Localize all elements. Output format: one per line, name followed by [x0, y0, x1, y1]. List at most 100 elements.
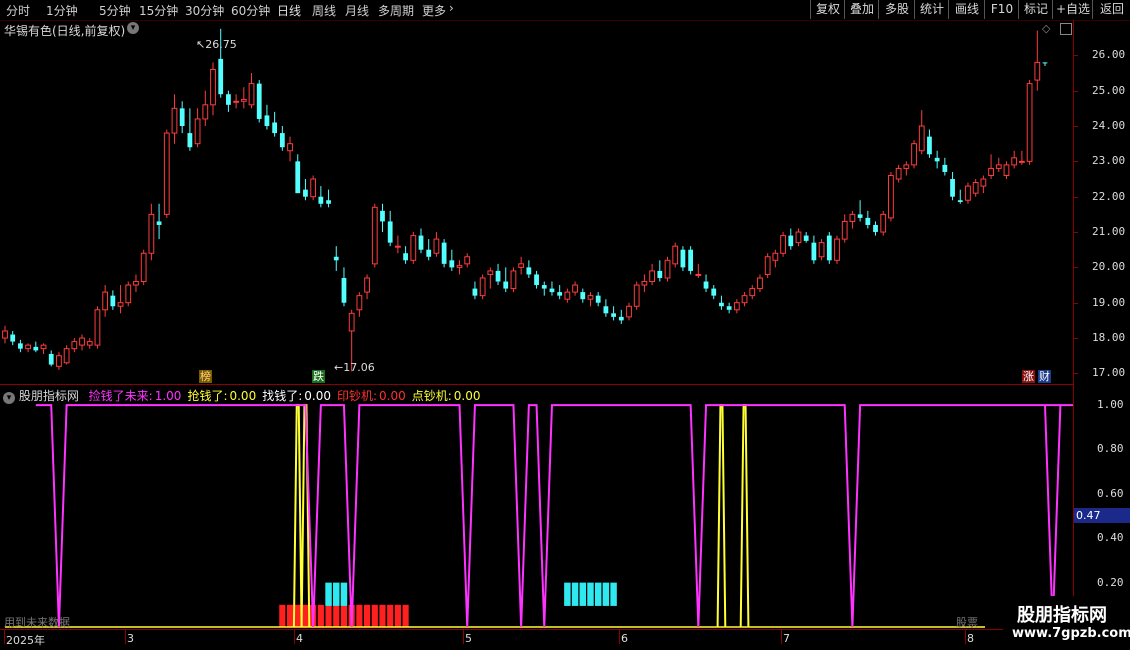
tab-more[interactable]: 更多	[422, 2, 446, 19]
candle	[888, 171, 894, 222]
candle	[226, 90, 231, 112]
price-tick-label: 25.00	[1092, 83, 1126, 97]
candle	[148, 203, 155, 261]
candle-body	[110, 295, 116, 307]
zhang-badge[interactable]: 涨	[1022, 370, 1035, 383]
candle	[71, 338, 78, 353]
tab-30min[interactable]: 30分钟	[185, 2, 224, 19]
candle	[780, 232, 786, 257]
tab-60min[interactable]: 60分钟	[231, 2, 270, 19]
fuquan-button[interactable]: 复权	[810, 0, 845, 19]
indicator-magenta-line	[35, 404, 1073, 628]
candle	[94, 306, 101, 349]
candle-body	[695, 273, 702, 276]
candle	[194, 108, 201, 148]
low-price-annotation: ←17.06	[334, 361, 375, 374]
candle-body	[873, 224, 878, 233]
candle	[510, 267, 517, 293]
candle	[1003, 161, 1010, 180]
candle	[557, 285, 563, 300]
candle	[703, 274, 709, 293]
candle-body	[641, 281, 648, 286]
candle	[680, 246, 686, 271]
candle	[580, 288, 586, 303]
candle-body	[510, 270, 517, 290]
candle-body	[803, 235, 809, 241]
price-tick	[1073, 338, 1078, 340]
back-button[interactable]: 返回	[1092, 0, 1130, 19]
candle-body	[418, 235, 424, 250]
candle-body	[248, 83, 255, 106]
indicator-cyan-bar	[579, 582, 587, 606]
candle-body	[811, 242, 817, 261]
indicator-tick-label: 0.20	[1097, 575, 1124, 589]
tab-15min[interactable]: 15分钟	[139, 2, 178, 19]
candle	[503, 267, 509, 293]
candle-body	[133, 281, 139, 286]
candle-body	[348, 312, 355, 332]
candle	[295, 154, 301, 194]
f10-button[interactable]: F10	[984, 0, 1019, 19]
tab-daily[interactable]: 日线	[277, 2, 301, 19]
candle	[102, 285, 109, 317]
panel-divider	[0, 384, 1073, 385]
tab-1min[interactable]: 1分钟	[46, 2, 78, 19]
current-value-tag: 0.47	[1074, 508, 1130, 523]
candle	[210, 62, 216, 116]
candle	[110, 290, 116, 310]
mark-button[interactable]: 标记	[1018, 0, 1053, 19]
tab-fenshi[interactable]: 分时	[6, 2, 30, 19]
price-tick	[1073, 55, 1078, 57]
candle-body	[749, 288, 756, 297]
candle	[618, 309, 624, 324]
indicator-yellow-spike	[716, 404, 727, 628]
candle-body	[988, 167, 994, 176]
candle-body	[395, 245, 401, 248]
candle	[657, 260, 663, 282]
candle	[526, 260, 532, 278]
candle-body	[680, 249, 686, 268]
price-tick-label: 19.00	[1092, 295, 1126, 309]
bang-badge[interactable]: 榜	[199, 370, 212, 383]
candle	[549, 281, 555, 296]
candle	[995, 157, 1002, 172]
tab-5min[interactable]: 5分钟	[99, 2, 131, 19]
chevron-right-icon[interactable]: ›	[449, 1, 454, 15]
candle	[688, 246, 694, 275]
indicator-red-bar	[371, 604, 378, 627]
add-watchlist-button[interactable]: +自选	[1052, 0, 1093, 19]
candle-body	[356, 295, 363, 311]
candle-body	[733, 302, 740, 311]
candle-body	[911, 143, 917, 166]
indicator-red-bar	[317, 604, 324, 627]
candle-body	[580, 292, 586, 300]
indicator-cyan-bar	[594, 582, 602, 606]
indicator-red-bar	[294, 604, 301, 627]
overlay-button[interactable]: 叠加	[844, 0, 879, 19]
tab-weekly[interactable]: 周线	[312, 2, 336, 19]
tab-multi-period[interactable]: 多周期	[378, 2, 414, 19]
die-badge[interactable]: 跌	[312, 370, 325, 383]
candle-body	[980, 178, 987, 187]
candle	[441, 239, 447, 268]
candle-body	[587, 295, 594, 300]
candle-body	[86, 341, 93, 346]
candle-body	[318, 196, 324, 204]
tab-monthly[interactable]: 月线	[345, 2, 369, 19]
indicator-chart	[5, 404, 1073, 628]
multi-stock-button[interactable]: 多股	[878, 0, 915, 19]
date-tick-label: 3	[127, 632, 134, 645]
candle-body	[719, 302, 724, 307]
candle-body	[303, 189, 308, 197]
candle-body	[18, 343, 23, 349]
future-data-note: 用到未来数据	[4, 616, 70, 629]
candle	[303, 179, 308, 201]
candle-body	[10, 334, 16, 342]
candle-body	[703, 281, 709, 289]
candle	[595, 292, 601, 307]
candle-body	[63, 348, 70, 364]
indicator-tick-label: 0.80	[1097, 442, 1124, 456]
cai-badge[interactable]: 财	[1038, 370, 1051, 383]
draw-line-button[interactable]: 画线	[948, 0, 985, 19]
stats-button[interactable]: 统计	[914, 0, 949, 19]
